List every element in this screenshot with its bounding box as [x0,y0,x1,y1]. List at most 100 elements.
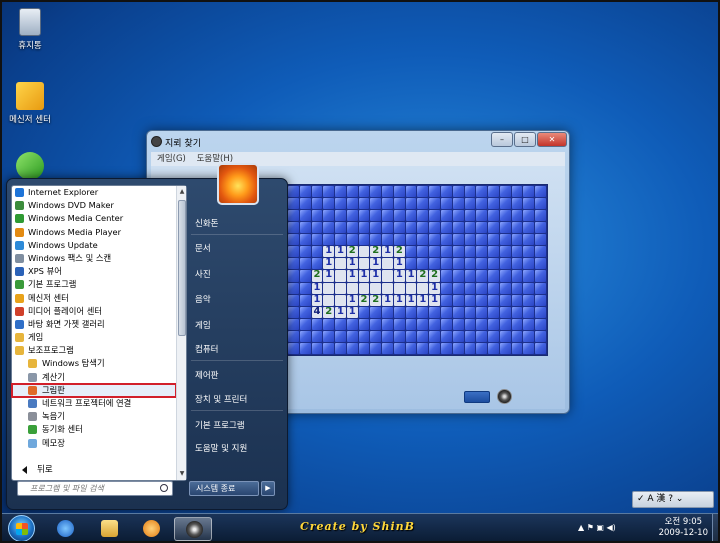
open-cell[interactable]: 1 [346,306,358,318]
open-cell[interactable] [335,294,346,306]
open-cell[interactable]: 2 [346,246,358,258]
covered-cell[interactable] [452,210,464,222]
open-cell[interactable] [382,282,393,294]
open-cell[interactable]: 1 [323,258,335,270]
covered-cell[interactable] [499,342,511,354]
menu-game[interactable]: 게임(G) [157,154,186,164]
covered-cell[interactable] [511,306,523,318]
open-cell[interactable] [335,282,346,294]
covered-cell[interactable] [499,246,511,258]
covered-cell[interactable] [358,342,370,354]
desktop-icon-messenger[interactable]: 메신저 센터 [4,82,56,125]
covered-cell[interactable] [535,258,546,270]
open-cell[interactable]: 1 [346,294,358,306]
covered-cell[interactable] [405,306,417,318]
covered-cell[interactable] [288,186,299,198]
covered-cell[interactable] [499,234,511,246]
covered-cell[interactable] [288,282,299,294]
covered-cell[interactable] [488,258,499,270]
covered-cell[interactable] [511,282,523,294]
covered-cell[interactable] [288,306,299,318]
covered-cell[interactable] [346,198,358,210]
program-item[interactable]: Windows 팩스 및 스캔 [12,252,176,265]
covered-cell[interactable] [476,258,488,270]
covered-cell[interactable] [370,330,382,342]
covered-cell[interactable] [464,318,476,330]
open-cell[interactable] [382,270,393,282]
open-cell[interactable]: 1 [311,294,323,306]
covered-cell[interactable] [511,330,523,342]
covered-cell[interactable] [370,234,382,246]
covered-cell[interactable] [499,258,511,270]
open-cell[interactable]: 2 [323,306,335,318]
covered-cell[interactable] [464,258,476,270]
covered-cell[interactable] [499,306,511,318]
covered-cell[interactable] [464,186,476,198]
program-item[interactable]: 기본 프로그램 [12,278,176,291]
covered-cell[interactable] [299,342,311,354]
covered-cell[interactable] [335,342,346,354]
covered-cell[interactable] [488,282,499,294]
covered-cell[interactable] [405,198,417,210]
covered-cell[interactable] [535,306,546,318]
covered-cell[interactable] [429,222,441,234]
covered-cell[interactable] [311,318,323,330]
covered-cell[interactable] [511,186,523,198]
taskbar-minesweeper[interactable] [174,517,212,541]
covered-cell[interactable] [488,234,499,246]
covered-cell[interactable] [358,186,370,198]
start-right-item[interactable]: 신화돈 [195,217,218,229]
covered-cell[interactable] [288,222,299,234]
covered-cell[interactable] [535,318,546,330]
open-cell[interactable]: 2 [370,246,382,258]
covered-cell[interactable] [405,318,417,330]
open-cell[interactable]: 1 [405,270,417,282]
taskbar-ie[interactable] [46,517,84,541]
program-item[interactable]: 바탕 화면 가젯 갤러리 [12,318,176,331]
taskbar-explorer[interactable] [90,517,128,541]
covered-cell[interactable] [488,270,499,282]
program-item[interactable]: 게임 [12,331,176,344]
scroll-thumb[interactable] [178,200,186,336]
start-right-item[interactable]: 기본 프로그램 [195,419,245,431]
program-item[interactable]: Windows 탐색기 [12,357,176,370]
covered-cell[interactable] [346,222,358,234]
covered-cell[interactable] [382,222,393,234]
program-item[interactable]: Windows DVD Maker [12,199,176,212]
covered-cell[interactable] [358,198,370,210]
covered-cell[interactable] [476,270,488,282]
maximize-button[interactable]: □ [514,132,536,147]
covered-cell[interactable] [488,198,499,210]
open-cell[interactable] [358,258,370,270]
open-cell[interactable] [370,282,382,294]
program-item[interactable]: 네트워크 프로젝터에 연결 [12,397,176,410]
covered-cell[interactable] [288,330,299,342]
covered-cell[interactable] [405,330,417,342]
start-right-item[interactable]: 문서 [195,242,211,254]
start-right-item[interactable]: 장치 및 프린터 [195,393,247,405]
covered-cell[interactable] [452,222,464,234]
covered-cell[interactable] [311,246,323,258]
scroll-down-arrow-icon[interactable]: ▼ [177,469,187,479]
covered-cell[interactable] [311,330,323,342]
covered-cell[interactable] [476,282,488,294]
covered-cell[interactable] [370,318,382,330]
open-cell[interactable]: 2 [311,270,323,282]
covered-cell[interactable] [370,210,382,222]
covered-cell[interactable] [382,342,393,354]
covered-cell[interactable] [335,210,346,222]
covered-cell[interactable] [511,234,523,246]
covered-cell[interactable] [429,318,441,330]
open-cell[interactable]: 1 [323,246,335,258]
open-cell[interactable]: 1 [346,258,358,270]
covered-cell[interactable] [417,306,429,318]
covered-cell[interactable] [358,234,370,246]
open-cell[interactable]: 1 [335,306,346,318]
start-right-item[interactable]: 제어판 [195,369,218,381]
covered-cell[interactable] [346,210,358,222]
covered-cell[interactable] [488,306,499,318]
covered-cell[interactable] [417,222,429,234]
covered-cell[interactable] [346,330,358,342]
covered-cell[interactable] [488,210,499,222]
covered-cell[interactable] [488,330,499,342]
